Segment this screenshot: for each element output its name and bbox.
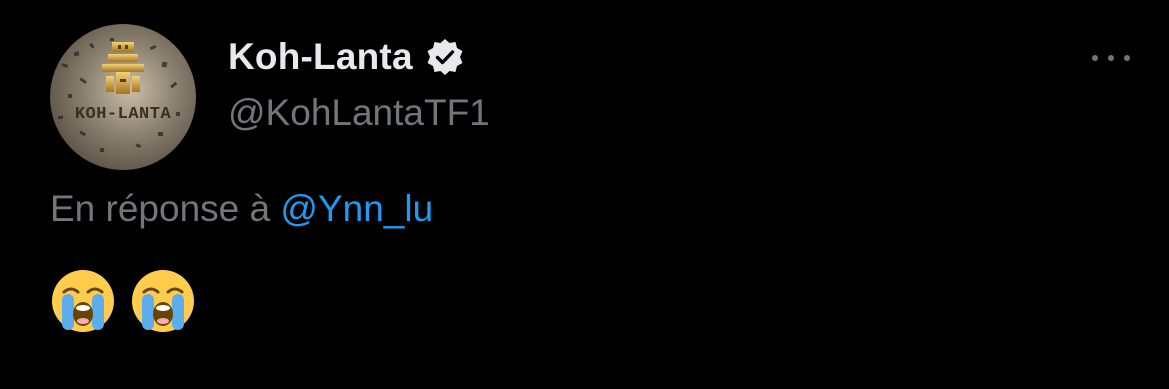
reply-mention-link[interactable]: @Ynn_lu: [280, 188, 433, 229]
avatar[interactable]: KOH-LANTA: [50, 24, 196, 170]
avatar-logo-text: KOH-LANTA: [75, 105, 172, 124]
more-horizontal-icon[interactable]: [1092, 48, 1130, 68]
loudly-crying-face-icon: [132, 270, 194, 332]
display-name-text: Koh-Lanta: [228, 36, 413, 77]
tweet-body: 😭😭: [50, 268, 196, 334]
display-name[interactable]: Koh-Lanta: [228, 36, 465, 78]
loudly-crying-face-icon: [52, 270, 114, 332]
reply-prefix: En réponse à: [50, 188, 271, 229]
verified-badge-icon[interactable]: [425, 37, 465, 77]
more-dot: [1124, 55, 1130, 61]
avatar-image: KOH-LANTA: [50, 24, 196, 170]
tweet: KOH-LANTA Koh-Lanta @KohLantaTF1 En répo…: [0, 0, 1169, 389]
user-handle[interactable]: @KohLantaTF1: [228, 92, 490, 134]
more-dot: [1108, 55, 1114, 61]
reply-context: En réponse à @Ynn_lu: [50, 188, 433, 230]
more-dot: [1092, 55, 1098, 61]
